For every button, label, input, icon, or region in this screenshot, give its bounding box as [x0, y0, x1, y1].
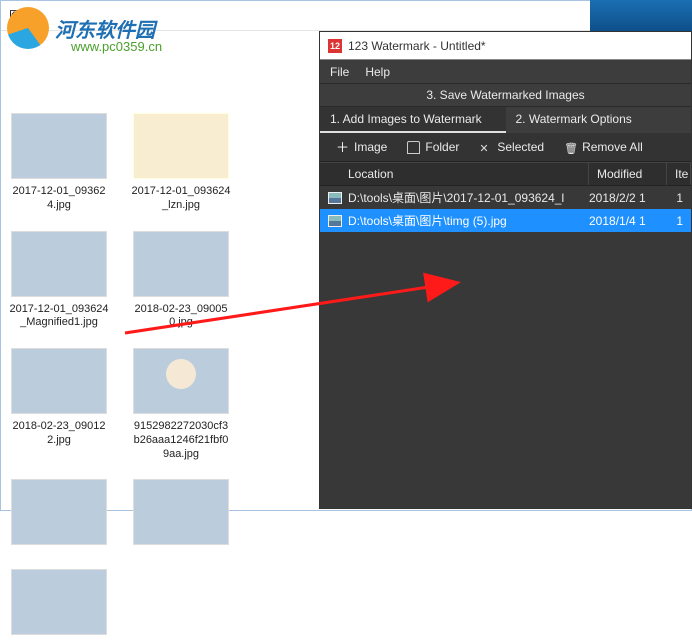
thumbnail-item[interactable]: 9152982272030cf3b26aaa1246f21fbf09aa.jpg	[131, 348, 231, 461]
thumbnail-item[interactable]: 2018-02-23_090050.jpg	[131, 231, 231, 331]
tab-step3[interactable]: 3. Save Watermarked Images	[320, 84, 691, 107]
thumbnail-label: 9152982272030cf3b26aaa1246f21fbf09aa.jpg	[131, 420, 231, 461]
thumbnail-item[interactable]	[9, 569, 109, 641]
thumbnail-label: 2017-12-01_093624.jpg	[9, 185, 109, 213]
menu-help[interactable]: Help	[365, 65, 390, 79]
thumbnail-item[interactable]	[131, 479, 231, 551]
folder-icon	[407, 141, 420, 154]
add-folder-label: Folder	[425, 140, 459, 154]
thumbnail-label: 2018-02-23_090122.jpg	[9, 420, 109, 448]
thumbnail-image	[11, 231, 107, 297]
trash-icon	[564, 141, 577, 154]
site-url: www.pc0359.cn	[71, 39, 162, 54]
toolbar: Image Folder Selected Remove All	[320, 133, 691, 162]
table-row[interactable]: D:\tools\桌面\图片\timg (5).jpg2018/1/4 11	[320, 209, 691, 232]
thumbnail-image	[133, 231, 229, 297]
menu-file[interactable]: File	[330, 65, 349, 79]
thumbnail-image	[133, 479, 229, 545]
thumbnail-item[interactable]: 2017-12-01_093624_Magnified1.jpg	[9, 231, 109, 331]
remove-selected-button[interactable]: Selected	[471, 137, 552, 157]
row-location: D:\tools\桌面\图片\2017-12-01_093624_l	[348, 189, 589, 206]
image-file-icon	[328, 192, 342, 204]
thumbnail-image	[11, 348, 107, 414]
thumbnail-image	[11, 113, 107, 179]
thumbnail-item[interactable]: 2017-12-01_093624_lzn.jpg	[131, 113, 231, 213]
thumbnail-label: 2017-12-01_093624_Magnified1.jpg	[9, 303, 109, 331]
plus-icon	[336, 141, 349, 154]
add-folder-button[interactable]: Folder	[399, 137, 467, 157]
app-titlebar[interactable]: 12 123 Watermark - Untitled*	[320, 32, 691, 60]
step-tabs: 3. Save Watermarked Images 1. Add Images…	[320, 84, 691, 133]
table-row[interactable]: D:\tools\桌面\图片\2017-12-01_093624_l2018/2…	[320, 186, 691, 209]
desktop-background-peek	[590, 0, 692, 31]
thumbnail-image	[11, 569, 107, 635]
tab-step2[interactable]: 2. Watermark Options	[506, 107, 692, 133]
thumbnail-image	[133, 113, 229, 179]
thumbnail-image	[11, 479, 107, 545]
app-title-text: 123 Watermark - Untitled*	[348, 39, 486, 53]
row-item: 1	[667, 214, 683, 228]
thumbnail-grid: 2017-12-01_093624.jpg 2017-12-01_093624_l…	[9, 113, 339, 641]
app-menubar: File Help	[320, 60, 691, 84]
image-file-icon	[328, 215, 342, 227]
file-list: D:\tools\桌面\图片\2017-12-01_093624_l2018/2…	[320, 186, 691, 232]
thumbnail-item[interactable]: 2017-12-01_093624.jpg	[9, 113, 109, 213]
header-modified[interactable]: Modified	[589, 163, 667, 185]
thumbnail-item[interactable]	[9, 479, 109, 551]
app-icon: 12	[328, 39, 342, 53]
add-image-button[interactable]: Image	[328, 137, 395, 157]
row-location: D:\tools\桌面\图片\timg (5).jpg	[348, 212, 589, 229]
watermark-app-window: 12 123 Watermark - Untitled* File Help 3…	[319, 31, 692, 509]
thumbnail-image	[133, 348, 229, 414]
add-image-label: Image	[354, 140, 387, 154]
remove-all-label: Remove All	[582, 140, 643, 154]
site-logo-icon	[7, 7, 49, 49]
list-headers: Location Modified Ite	[320, 162, 691, 186]
x-icon	[479, 141, 492, 154]
remove-all-button[interactable]: Remove All	[556, 137, 651, 157]
tab-step1[interactable]: 1. Add Images to Watermark	[320, 107, 506, 133]
row-modified: 2018/1/4 1	[589, 214, 667, 228]
header-items[interactable]: Ite	[667, 163, 691, 185]
thumbnail-item[interactable]: 2018-02-23_090122.jpg	[9, 348, 109, 461]
thumbnail-label: 2017-12-01_093624_lzn.jpg	[131, 185, 231, 213]
remove-selected-label: Selected	[497, 140, 544, 154]
row-item: 1	[667, 191, 683, 205]
thumbnail-label: 2018-02-23_090050.jpg	[131, 303, 231, 331]
row-modified: 2018/2/2 1	[589, 191, 667, 205]
header-location[interactable]: Location	[320, 163, 589, 185]
